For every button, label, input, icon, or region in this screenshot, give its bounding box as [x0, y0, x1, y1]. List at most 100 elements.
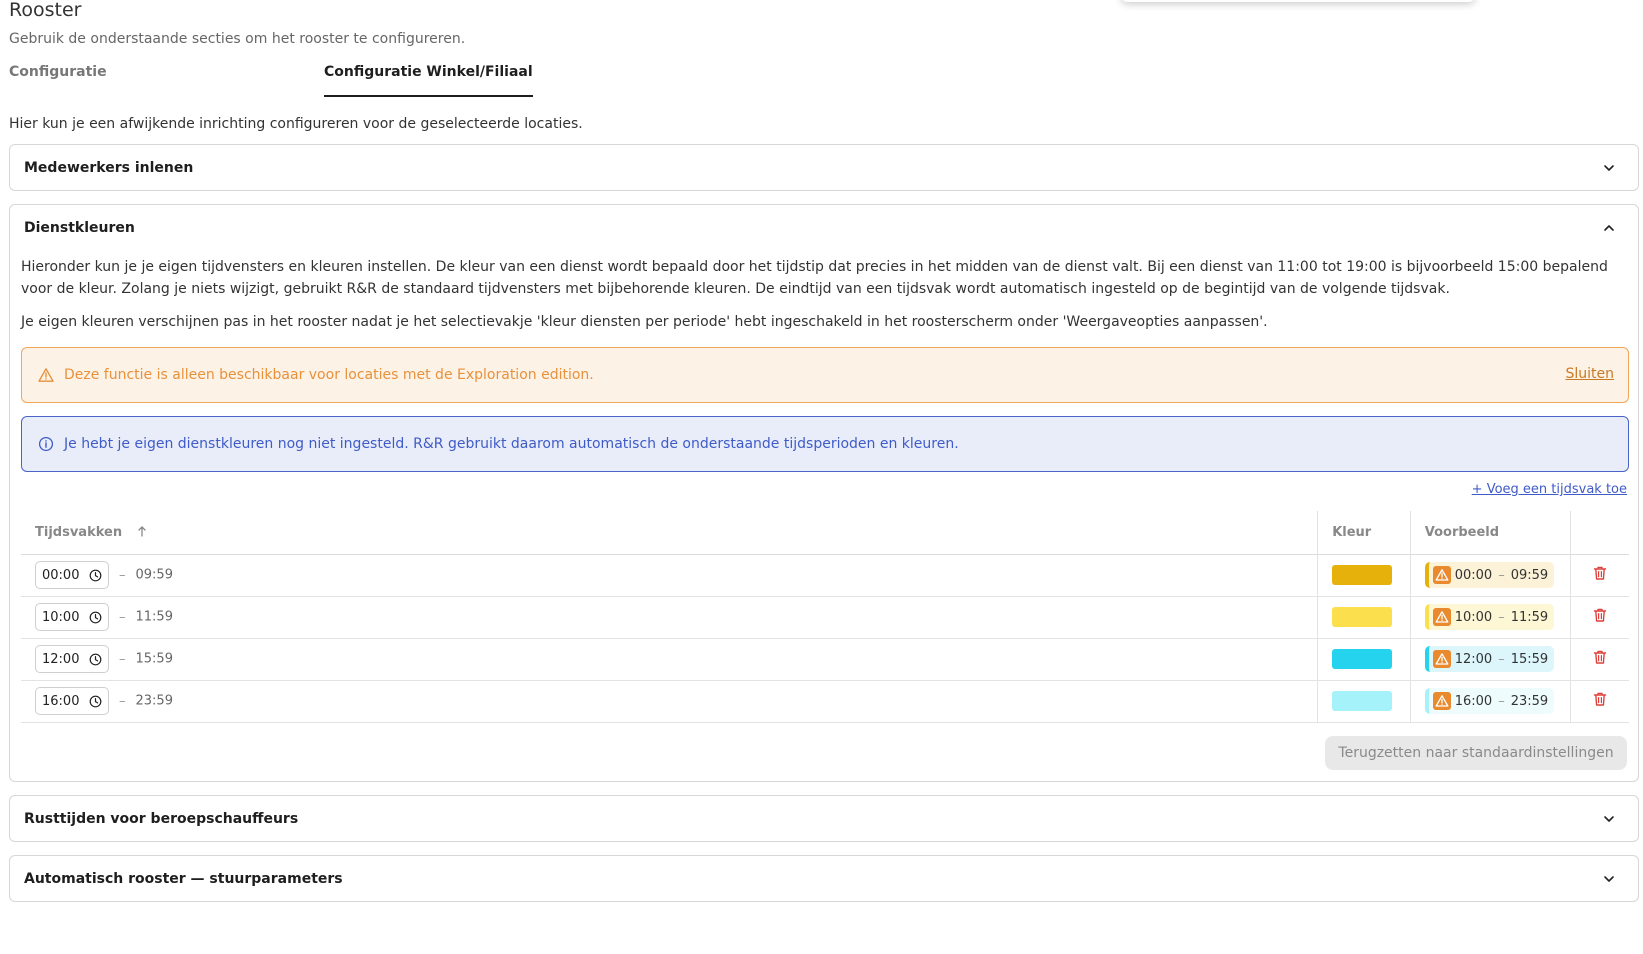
- preview-dash: –: [1498, 609, 1505, 625]
- preview-cell: 10:00–11:59: [1409, 596, 1571, 639]
- warning-triangle-icon: [1432, 608, 1451, 626]
- start-time-value: 16:00: [42, 693, 80, 709]
- chevron-up-icon[interactable]: [1602, 221, 1616, 235]
- warning-triangle-icon: [1432, 650, 1451, 668]
- end-time-value: 23:59: [135, 693, 173, 709]
- description-paragraph-2: Je eigen kleuren verschijnen pas in het …: [21, 314, 1268, 330]
- action-cell: [1569, 596, 1629, 639]
- chevron-down-icon[interactable]: [1602, 812, 1616, 826]
- color-swatch[interactable]: [1332, 565, 1393, 585]
- info-alert: Je hebt je eigen dienstkleuren nog niet …: [21, 416, 1629, 472]
- table-row: 00:00–09:59 00:00–09:59: [21, 554, 1629, 597]
- sort-arrow-icon[interactable]: [137, 525, 147, 537]
- table-header-row: Tijdsvakken Kleur Voorbeeld: [21, 511, 1629, 555]
- end-time-value: 11:59: [135, 609, 173, 625]
- end-time-value: 09:59: [135, 567, 173, 583]
- column-header-tijdsvakken[interactable]: Tijdsvakken: [21, 511, 1318, 555]
- intro-text: Hier kun je een afwijkende inrichting co…: [9, 116, 583, 132]
- color-swatch[interactable]: [1332, 691, 1393, 711]
- tab-configuratie-winkel-filiaal[interactable]: Configuratie Winkel/Filiaal: [324, 64, 533, 97]
- start-time-value: 12:00: [42, 651, 80, 667]
- trash-icon[interactable]: [1592, 607, 1608, 623]
- warning-alert: Deze functie is alleen beschikbaar voor …: [21, 347, 1629, 403]
- table-row: 12:00–15:59 12:00–15:59: [21, 638, 1629, 681]
- preview-start: 16:00: [1454, 693, 1493, 709]
- description-paragraph-1: Hieronder kun je je eigen tijdvensters e…: [21, 259, 1608, 297]
- info-text: Je hebt je eigen dienstkleuren nog niet …: [64, 436, 959, 452]
- preview-start: 12:00: [1454, 651, 1493, 667]
- add-timeslot-link[interactable]: + Voeg een tijdsvak toe: [1472, 482, 1627, 497]
- floating-panel-edge: [1120, 0, 1476, 2]
- clock-icon[interactable]: [89, 611, 102, 624]
- clock-icon[interactable]: [89, 653, 102, 666]
- range-dash: –: [119, 693, 126, 709]
- range-dash: –: [119, 609, 126, 625]
- table-row: 10:00–11:59 10:00–11:59: [21, 596, 1629, 639]
- section-automatisch-rooster: Automatisch rooster — stuurparameters: [9, 855, 1639, 902]
- section-header-medewerkers[interactable]: Medewerkers inlenen: [10, 145, 1638, 191]
- start-time-input[interactable]: 00:00: [35, 561, 109, 589]
- color-cell: [1317, 638, 1411, 681]
- start-time-input[interactable]: 12:00: [35, 645, 109, 673]
- color-swatch[interactable]: [1332, 649, 1393, 669]
- section-title: Medewerkers inlenen: [24, 160, 194, 176]
- tab-configuratie[interactable]: Configuratie: [9, 64, 107, 97]
- table-row: 16:00–23:59 16:00–23:59: [21, 680, 1629, 723]
- shift-preview: 12:00–15:59: [1424, 646, 1555, 672]
- timeslot-cell: 10:00 –11:59: [21, 596, 1318, 639]
- column-header-kleur: Kleur: [1317, 511, 1411, 555]
- preview-end: 15:59: [1510, 651, 1549, 667]
- preview-cell: 12:00–15:59: [1409, 638, 1571, 681]
- section-header-automatisch-rooster[interactable]: Automatisch rooster — stuurparameters: [10, 856, 1638, 902]
- preview-cell: 00:00–09:59: [1409, 554, 1571, 597]
- warning-triangle-icon: [1432, 566, 1451, 584]
- section-title: Dienstkleuren: [24, 220, 135, 236]
- clock-icon[interactable]: [89, 569, 102, 582]
- column-label: Tijdsvakken: [35, 524, 123, 540]
- section-header-rusttijden[interactable]: Rusttijden voor beroepschauffeurs: [10, 796, 1638, 842]
- column-header-actions: [1569, 511, 1629, 555]
- timeslot-cell: 12:00 –15:59: [21, 638, 1318, 681]
- trash-icon[interactable]: [1592, 565, 1608, 581]
- section-dienstkleuren: Dienstkleuren Hieronder kun je je eigen …: [9, 204, 1639, 782]
- preview-dash: –: [1498, 693, 1505, 709]
- start-time-input[interactable]: 10:00: [35, 603, 109, 631]
- warning-text: Deze functie is alleen beschikbaar voor …: [64, 367, 594, 383]
- action-cell: [1569, 638, 1629, 681]
- start-time-input[interactable]: 16:00: [35, 687, 109, 715]
- shift-preview: 00:00–09:59: [1424, 562, 1555, 588]
- section-title: Rusttijden voor beroepschauffeurs: [24, 811, 299, 827]
- shift-preview: 16:00–23:59: [1424, 688, 1555, 714]
- timeslot-cell: 00:00 –09:59: [21, 554, 1318, 597]
- shift-preview: 10:00–11:59: [1424, 604, 1555, 630]
- section-rusttijden: Rusttijden voor beroepschauffeurs: [9, 795, 1639, 842]
- clock-icon[interactable]: [89, 695, 102, 708]
- page-title: Rooster: [9, 0, 82, 21]
- chevron-down-icon[interactable]: [1602, 872, 1616, 886]
- warning-triangle-icon: [1432, 692, 1451, 710]
- page-subtitle: Gebruik de onderstaande secties om het r…: [9, 31, 466, 47]
- section-header-dienstkleuren[interactable]: Dienstkleuren: [10, 205, 1638, 251]
- section-medewerkers-inlenen: Medewerkers inlenen: [9, 144, 1639, 191]
- action-cell: [1569, 554, 1629, 597]
- color-swatch[interactable]: [1332, 607, 1393, 627]
- column-header-voorbeeld: Voorbeeld: [1409, 511, 1571, 555]
- close-warning-link[interactable]: Sluiten: [1565, 366, 1614, 382]
- preview-dash: –: [1498, 567, 1505, 583]
- start-time-value: 10:00: [42, 609, 80, 625]
- range-dash: –: [119, 651, 126, 667]
- color-cell: [1317, 680, 1411, 723]
- warning-triangle-icon: [38, 368, 54, 382]
- reset-defaults-button[interactable]: Terugzetten naar standaardinstellingen: [1325, 736, 1627, 770]
- chevron-down-icon[interactable]: [1602, 161, 1616, 175]
- preview-cell: 16:00–23:59: [1409, 680, 1571, 723]
- preview-start: 00:00: [1454, 567, 1493, 583]
- trash-icon[interactable]: [1592, 649, 1608, 665]
- preview-end: 09:59: [1510, 567, 1549, 583]
- tab-bar: Configuratie Configuratie Winkel/Filiaal: [9, 64, 569, 97]
- trash-icon[interactable]: [1592, 691, 1608, 707]
- timeslot-cell: 16:00 –23:59: [21, 680, 1318, 723]
- section-title: Automatisch rooster — stuurparameters: [24, 871, 343, 887]
- end-time-value: 15:59: [135, 651, 173, 667]
- start-time-value: 00:00: [42, 567, 80, 583]
